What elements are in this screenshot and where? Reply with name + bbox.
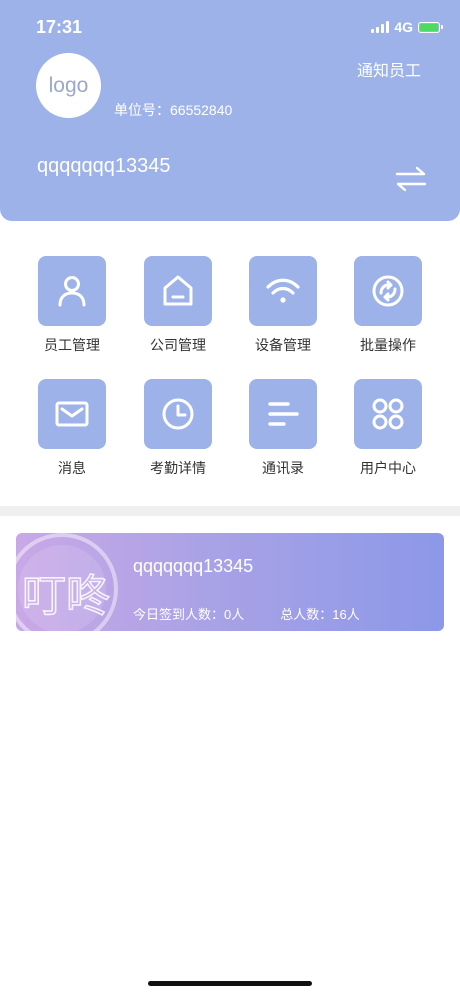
grid-item-staff-management[interactable]: 员工管理 — [22, 256, 122, 355]
tile — [249, 379, 317, 449]
tile — [38, 256, 106, 326]
tile — [38, 379, 106, 449]
tile — [354, 256, 422, 326]
grid-item-company-management[interactable]: 公司管理 — [128, 256, 228, 355]
wifi-icon — [266, 278, 300, 303]
unit-number-line: 单位号：66552840 — [114, 100, 232, 120]
swap-arrows-icon[interactable] — [394, 165, 428, 193]
status-icons: 4G — [371, 19, 443, 35]
banner-account-name: qqqqqqq13345 — [133, 556, 254, 576]
logo: logo — [36, 53, 101, 118]
section-divider — [0, 506, 460, 516]
home-indicator[interactable] — [148, 981, 312, 986]
battery-icon — [418, 21, 443, 33]
tile — [144, 256, 212, 326]
grid-item-user-center[interactable]: 用户中心 — [338, 379, 438, 478]
grid-item-label: 用户中心 — [360, 460, 416, 476]
grid-item-batch-operation[interactable]: 批量操作 — [338, 256, 438, 355]
grid-item-device-management[interactable]: 设备管理 — [233, 256, 333, 355]
network-label: 4G — [394, 19, 413, 35]
grid-item-attendance-details[interactable]: 考勤详情 — [128, 379, 228, 478]
grid-item-label: 公司管理 — [150, 337, 206, 353]
account-name: qqqqqqq13345 — [37, 155, 171, 177]
dingdong-logo: 叮咚 — [16, 533, 118, 631]
grid-item-label: 设备管理 — [255, 337, 311, 353]
unit-label: 单位号： — [114, 102, 170, 118]
unit-number: 66552840 — [170, 102, 233, 118]
grid-row: 员工管理 公司管理 设备管理 批量操作 — [0, 256, 460, 366]
person-icon — [58, 276, 86, 307]
notify-employees-button[interactable]: 通知员工 — [357, 57, 421, 81]
tile — [249, 256, 317, 326]
status-time: 17:31 — [36, 17, 83, 37]
banner-stats: 今日签到人数：0人 总人数：16人 — [133, 604, 360, 623]
svg-text:叮咚: 叮咚 — [22, 571, 110, 622]
grid-item-label: 批量操作 — [360, 337, 416, 353]
grid-row: 消息 考勤详情 通讯录 用户中心 — [0, 379, 460, 489]
signal-icon — [371, 21, 390, 33]
grid-item-contacts[interactable]: 通讯录 — [233, 379, 333, 478]
header: 17:31 4G logo 单位号：66552840 通知员工 qqqqqqq1… — [0, 0, 460, 221]
today-checkin-count: 今日签到人数：0人 — [133, 607, 245, 622]
apps-icon — [372, 398, 404, 430]
refresh-icon — [372, 275, 404, 307]
mail-icon — [55, 401, 89, 427]
grid-item-label: 消息 — [58, 460, 86, 476]
grid-item-label: 考勤详情 — [150, 460, 206, 476]
tile — [144, 379, 212, 449]
list-icon — [268, 402, 299, 426]
grid-item-label: 员工管理 — [44, 337, 100, 353]
grid-item-messages[interactable]: 消息 — [22, 379, 122, 478]
company-banner-card[interactable]: 叮咚 qqqqqqq13345 今日签到人数：0人 总人数：16人 — [16, 533, 444, 631]
grid-item-label: 通讯录 — [262, 460, 304, 476]
battery-fill — [420, 23, 438, 31]
home-icon — [163, 275, 193, 306]
clock-icon — [162, 398, 194, 430]
total-people-count: 总人数：16人 — [280, 607, 360, 622]
tile — [354, 379, 422, 449]
